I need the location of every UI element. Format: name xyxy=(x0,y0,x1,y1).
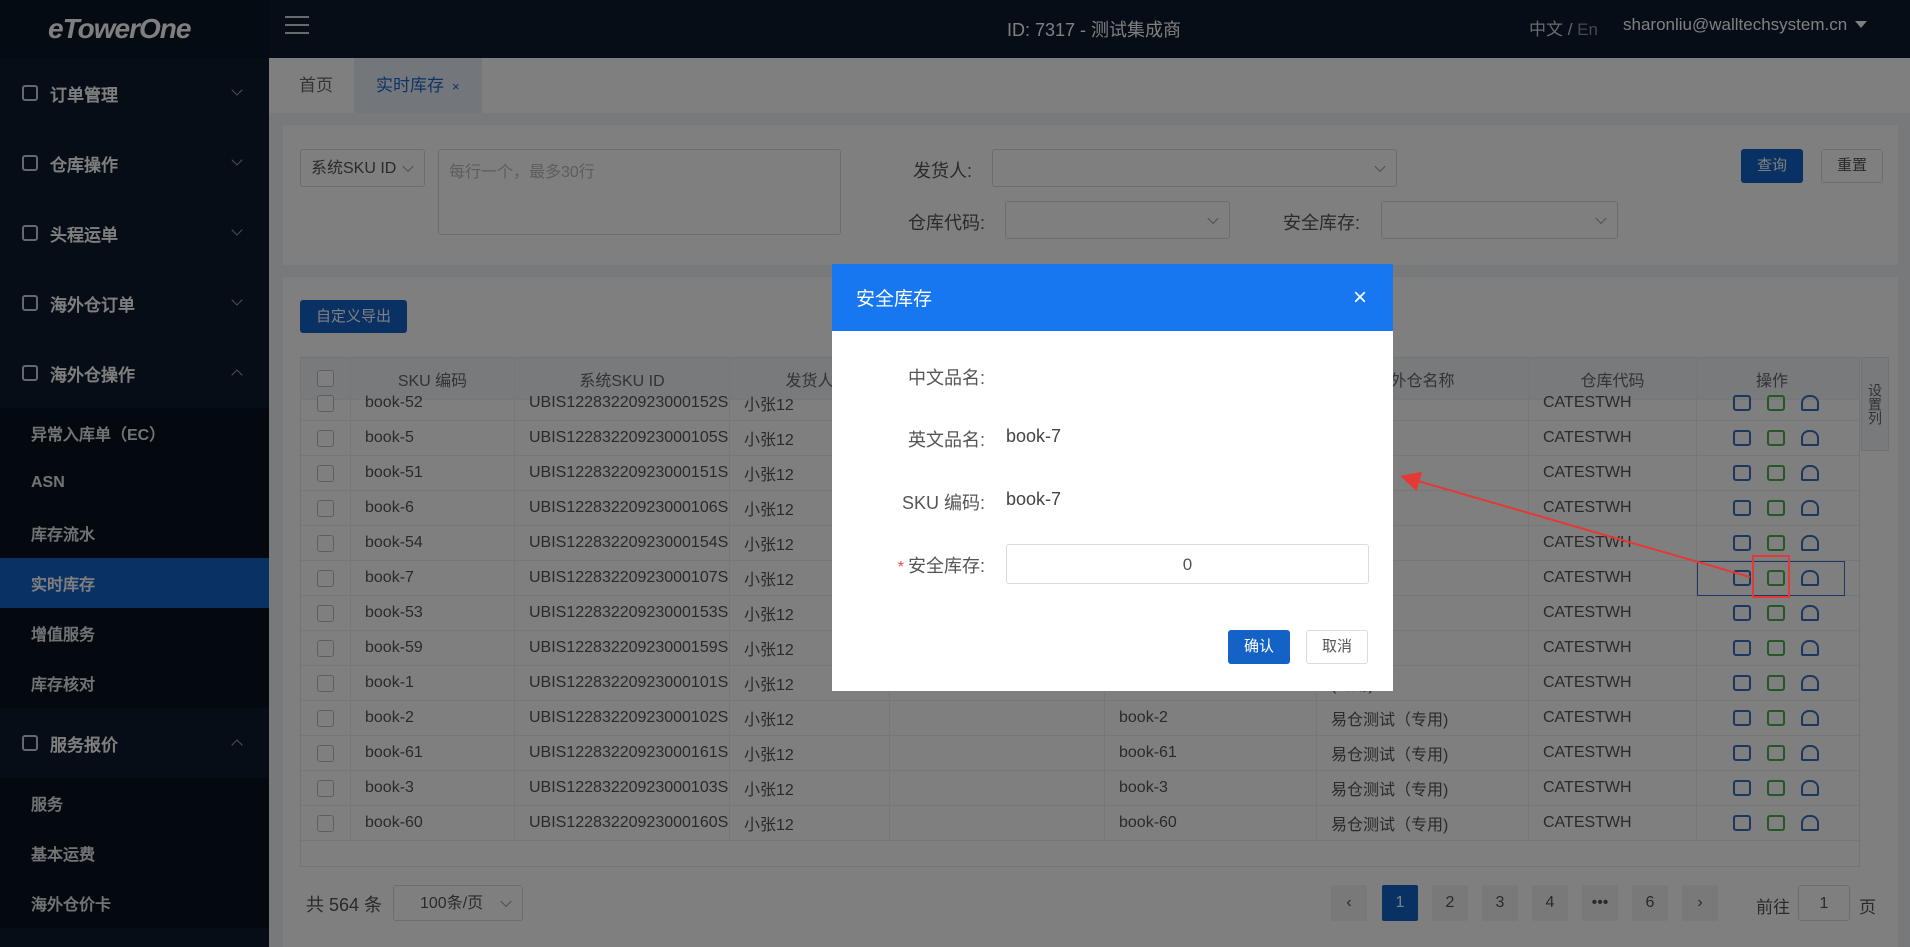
dialog-title: 安全库存 xyxy=(856,289,933,310)
safety-label-text: 安全库存: xyxy=(907,556,985,576)
close-icon[interactable]: × xyxy=(1353,284,1367,312)
sku-label: SKU 编码: xyxy=(901,493,985,513)
cancel-button[interactable]: 取消 xyxy=(1306,630,1368,664)
en-name-value: book-7 xyxy=(1006,426,1062,446)
sku-value: book-7 xyxy=(1006,489,1062,509)
dialog-header: 安全库存 × xyxy=(832,264,1393,331)
safety-stock-field-label: * 安全库存: xyxy=(898,552,985,578)
cn-name-label: 中文品名: xyxy=(907,368,985,388)
safety-stock-input[interactable]: 0 xyxy=(1006,544,1369,584)
required-mark: * xyxy=(897,559,904,576)
en-name-label: 英文品名: xyxy=(907,430,985,450)
safety-stock-dialog: 安全库存 × 中文品名: 英文品名: book-7 SKU 编码: book-7… xyxy=(832,264,1393,691)
confirm-button[interactable]: 确认 xyxy=(1228,630,1290,664)
